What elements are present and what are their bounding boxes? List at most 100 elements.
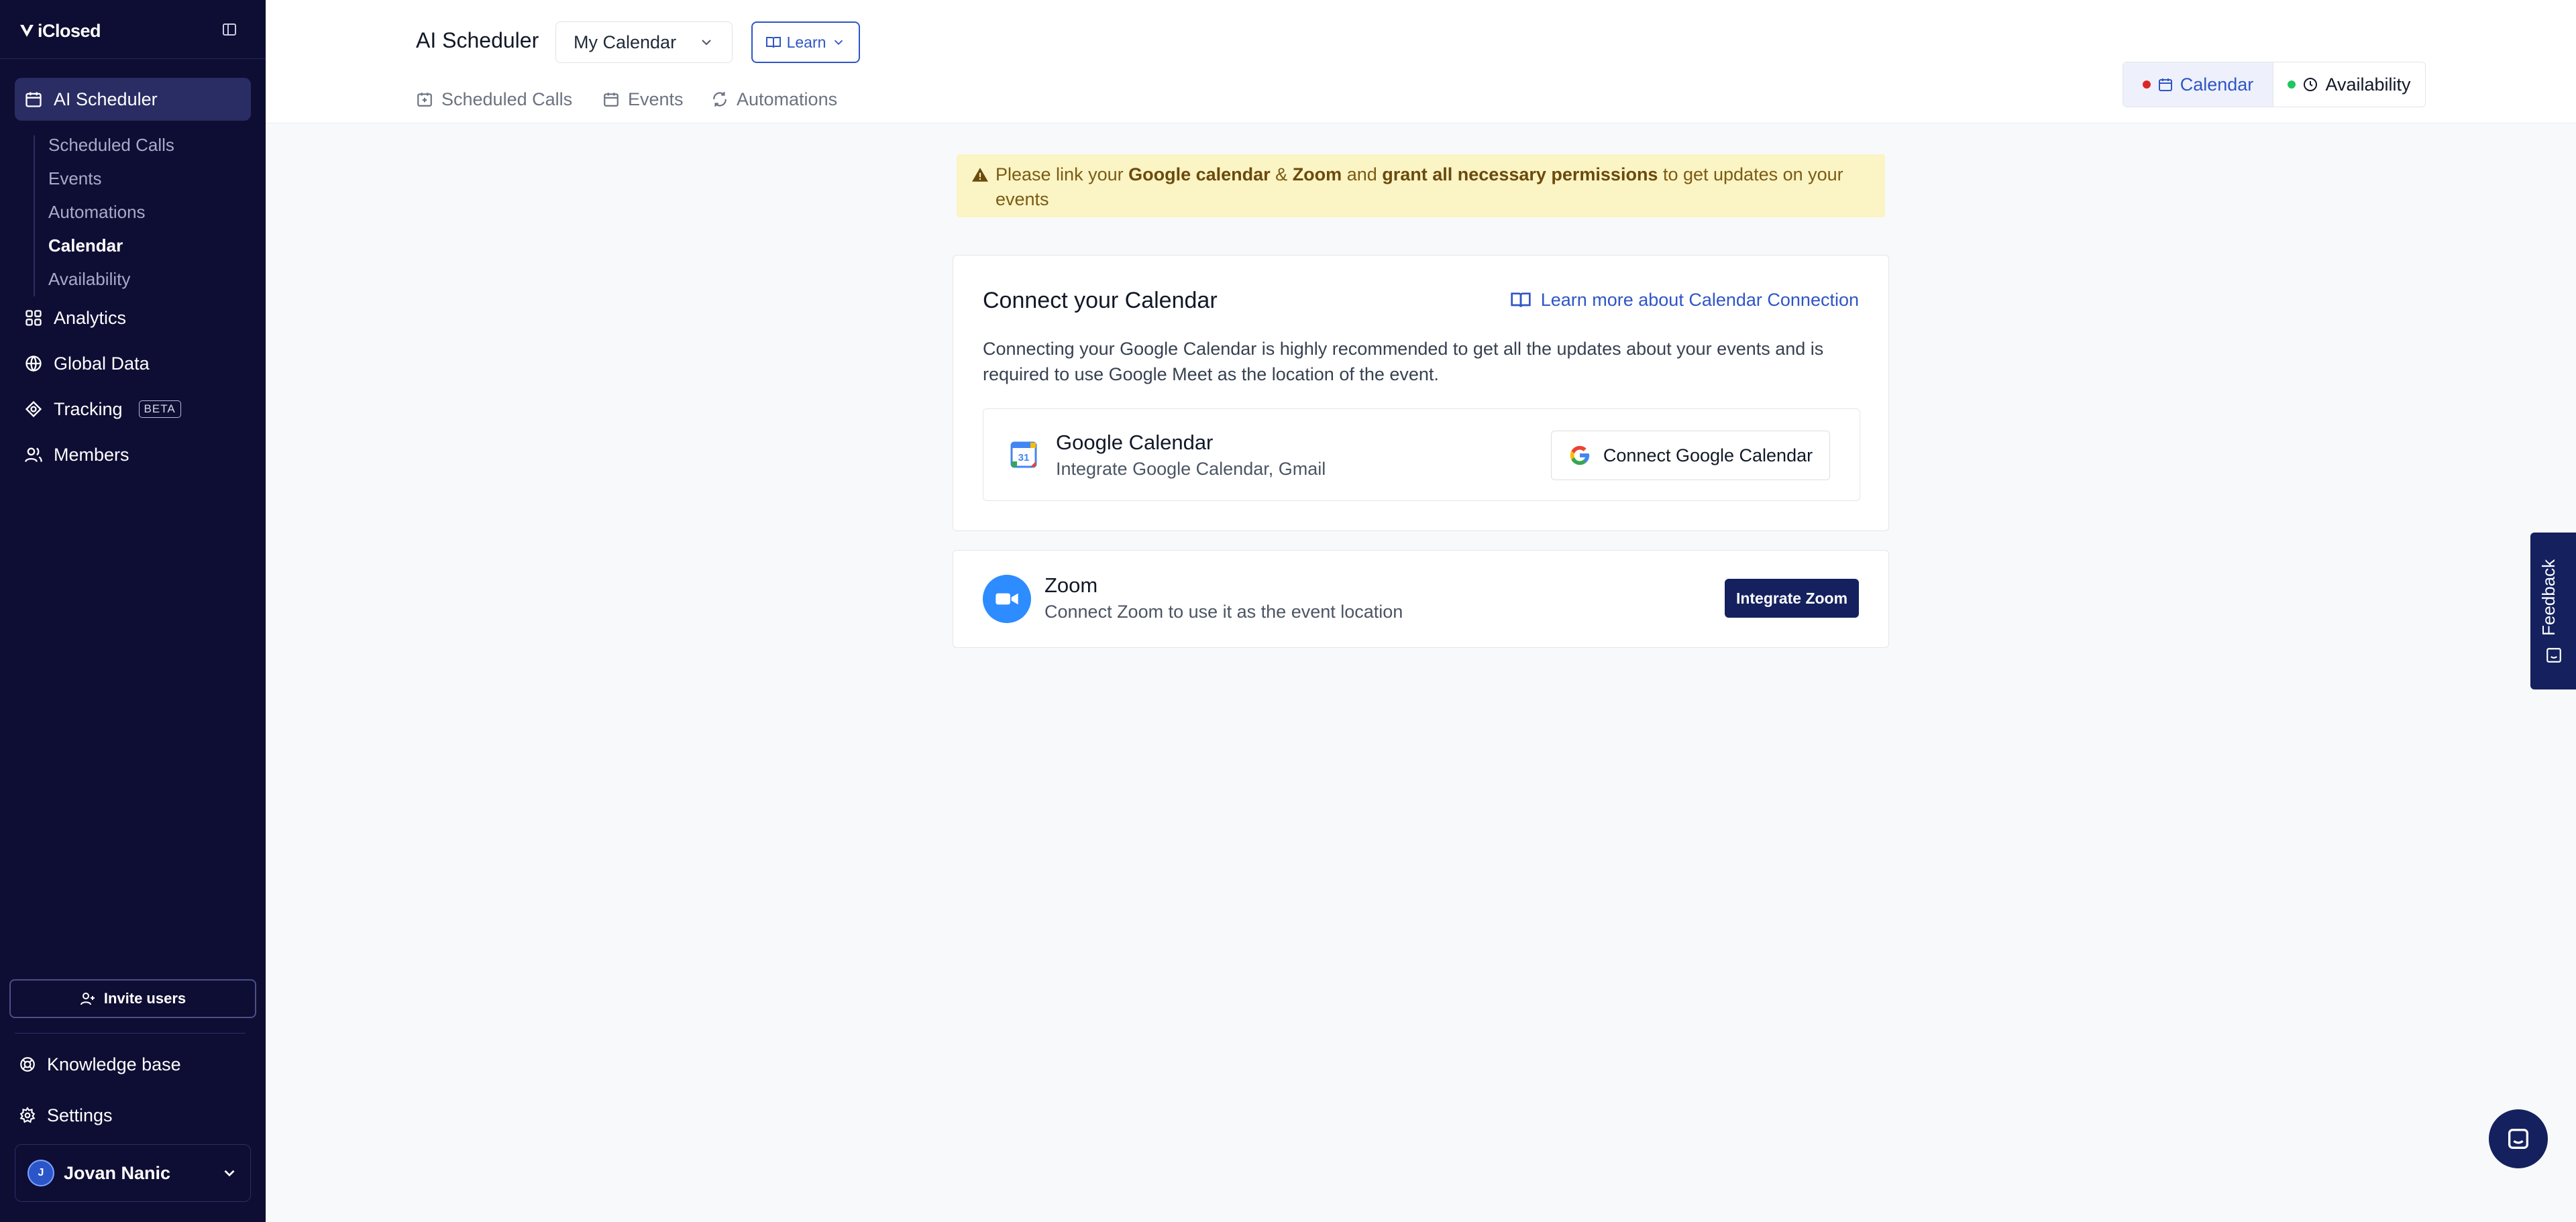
add-user-icon bbox=[80, 993, 95, 1005]
learn-label: Learn bbox=[786, 33, 826, 51]
warning-permissions: grant all necessary permissions bbox=[1382, 164, 1658, 184]
chevron-down-icon bbox=[835, 40, 843, 46]
chevron-down-icon bbox=[702, 40, 711, 46]
calendar-icon bbox=[25, 92, 42, 107]
book-icon bbox=[765, 37, 781, 48]
sidebar-item-label: Analytics bbox=[54, 307, 127, 328]
zoom-subtitle: Connect Zoom to use it as the event loca… bbox=[1044, 602, 1403, 622]
learn-button[interactable]: Learn bbox=[751, 21, 860, 63]
card-title: Connect your Calendar bbox=[983, 288, 1218, 313]
learn-link-label: Learn more about Calendar Connection bbox=[1540, 289, 1859, 310]
sidebar-item-analytics[interactable]: Analytics bbox=[15, 296, 251, 339]
clock-icon bbox=[2304, 78, 2318, 91]
target-icon bbox=[25, 400, 42, 418]
page-title: AI Scheduler bbox=[416, 28, 539, 52]
connect-google-calendar-label: Connect Google Calendar bbox=[1603, 445, 1813, 465]
google-calendar-logo-text: 31 bbox=[1018, 452, 1030, 463]
warning-amp: & bbox=[1270, 164, 1293, 184]
status-dot bbox=[2288, 80, 2296, 89]
view-availability-button[interactable]: Availability bbox=[2273, 62, 2425, 107]
tab-label: Scheduled Calls bbox=[441, 89, 573, 109]
sidebar-item-members[interactable]: Members bbox=[15, 433, 251, 476]
connect-google-calendar-button[interactable]: Connect Google Calendar bbox=[1551, 431, 1830, 480]
google-calendar-name: Google Calendar bbox=[1056, 431, 1214, 454]
chat-icon bbox=[2508, 1129, 2528, 1149]
sidebar-item-label: AI Scheduler bbox=[54, 89, 158, 109]
sidebar: iClosed AI Scheduler Scheduled Calls Eve… bbox=[0, 0, 266, 1222]
view-calendar-label: Calendar bbox=[2180, 74, 2254, 95]
warning-zoom: Zoom bbox=[1292, 164, 1342, 184]
user-name: Jovan Nanic bbox=[64, 1162, 171, 1183]
view-toggle: Calendar Availability bbox=[2123, 62, 2426, 107]
globe-icon bbox=[25, 355, 42, 372]
subnav-scheduled-calls[interactable]: Scheduled Calls bbox=[48, 131, 174, 158]
tab-label: Events bbox=[628, 89, 684, 109]
calendar-select[interactable]: My Calendar bbox=[555, 21, 733, 63]
google-calendar-logo-icon: 31 bbox=[1010, 441, 1037, 468]
sidebar-item-label: Global Data bbox=[54, 353, 150, 374]
tab-automations[interactable]: Automations bbox=[711, 86, 837, 113]
subnav-events[interactable]: Events bbox=[48, 165, 102, 192]
chat-support-button[interactable] bbox=[2489, 1109, 2548, 1168]
settings-link[interactable]: Settings bbox=[19, 1101, 113, 1130]
invite-users-button[interactable]: Invite users bbox=[9, 979, 256, 1018]
feedback-icon bbox=[2546, 648, 2561, 663]
integrate-zoom-button[interactable]: Integrate Zoom bbox=[1725, 579, 1859, 618]
calendar-icon bbox=[604, 93, 619, 107]
collapse-sidebar-icon[interactable] bbox=[220, 20, 239, 39]
feedback-tab[interactable]: Feedback bbox=[2530, 533, 2576, 689]
chevron-down-icon bbox=[224, 1170, 235, 1177]
learn-calendar-connection-link[interactable]: Learn more about Calendar Connection bbox=[1510, 289, 1859, 311]
tab-label: Automations bbox=[737, 89, 838, 109]
help-icon bbox=[20, 1057, 35, 1072]
sidebar-item-tracking[interactable]: Tracking BETA bbox=[15, 388, 251, 431]
google-calendar-subtitle: Integrate Google Calendar, Gmail bbox=[1056, 459, 1326, 479]
calendar-icon bbox=[2158, 78, 2172, 91]
gear-icon bbox=[19, 1107, 36, 1123]
grid-icon bbox=[25, 310, 42, 326]
sidebar-divider bbox=[15, 1033, 246, 1034]
logo-mark-icon bbox=[20, 25, 34, 37]
user-menu[interactable]: J Jovan Nanic bbox=[15, 1144, 251, 1202]
tab-events[interactable]: Events bbox=[602, 86, 684, 113]
sidebar-item-global-data[interactable]: Global Data bbox=[15, 342, 251, 385]
refresh-icon bbox=[713, 92, 727, 107]
view-calendar-button[interactable]: Calendar bbox=[2123, 62, 2273, 107]
settings-label: Settings bbox=[47, 1105, 113, 1125]
view-availability-label: Availability bbox=[2325, 74, 2411, 95]
invite-users-label: Invite users bbox=[103, 990, 186, 1007]
card-description: Connecting your Google Calendar is highl… bbox=[983, 339, 1824, 384]
top-header: AI Scheduler My Calendar Learn Scheduled… bbox=[266, 0, 2576, 123]
sidebar-item-label: Members bbox=[54, 444, 129, 465]
avatar: J bbox=[28, 1160, 54, 1186]
subnav-availability[interactable]: Availability bbox=[48, 266, 130, 292]
subnav-calendar[interactable]: Calendar bbox=[48, 232, 123, 259]
warning-text-1: Please link your bbox=[996, 164, 1129, 184]
calendar-check-icon bbox=[417, 93, 432, 107]
warning-google-calendar: Google calendar bbox=[1128, 164, 1271, 184]
sidebar-item-label: Tracking bbox=[54, 398, 123, 419]
google-icon bbox=[1570, 445, 1590, 465]
status-dot bbox=[2142, 80, 2151, 89]
feedback-label: Feedback bbox=[2538, 559, 2559, 636]
brand-logo[interactable]: iClosed bbox=[19, 20, 101, 42]
sidebar-divider bbox=[0, 58, 266, 59]
connect-calendar-card: Connect your Calendar Learn more about C… bbox=[953, 255, 1889, 531]
warning-and: and bbox=[1342, 164, 1383, 184]
subnav-automations[interactable]: Automations bbox=[48, 199, 146, 225]
beta-badge: BETA bbox=[138, 400, 181, 418]
users-icon bbox=[25, 447, 42, 462]
tab-scheduled-calls[interactable]: Scheduled Calls bbox=[416, 86, 572, 113]
zoom-name: Zoom bbox=[1044, 573, 1098, 597]
permissions-warning: Please link your Google calendar & Zoom … bbox=[957, 154, 1885, 217]
sidebar-item-ai-scheduler[interactable]: AI Scheduler bbox=[15, 78, 251, 121]
subnav-line bbox=[34, 135, 35, 296]
google-calendar-row: 31 Google Calendar Integrate Google Cale… bbox=[983, 408, 1860, 501]
knowledge-base-link[interactable]: Knowledge base bbox=[19, 1050, 181, 1079]
zoom-logo-icon bbox=[983, 575, 1031, 623]
warning-icon bbox=[972, 168, 988, 182]
calendar-select-value: My Calendar bbox=[574, 32, 677, 52]
brand-name: iClosed bbox=[38, 20, 101, 41]
zoom-card: Zoom Connect Zoom to use it as the event… bbox=[953, 550, 1889, 648]
book-icon bbox=[1511, 292, 1531, 307]
